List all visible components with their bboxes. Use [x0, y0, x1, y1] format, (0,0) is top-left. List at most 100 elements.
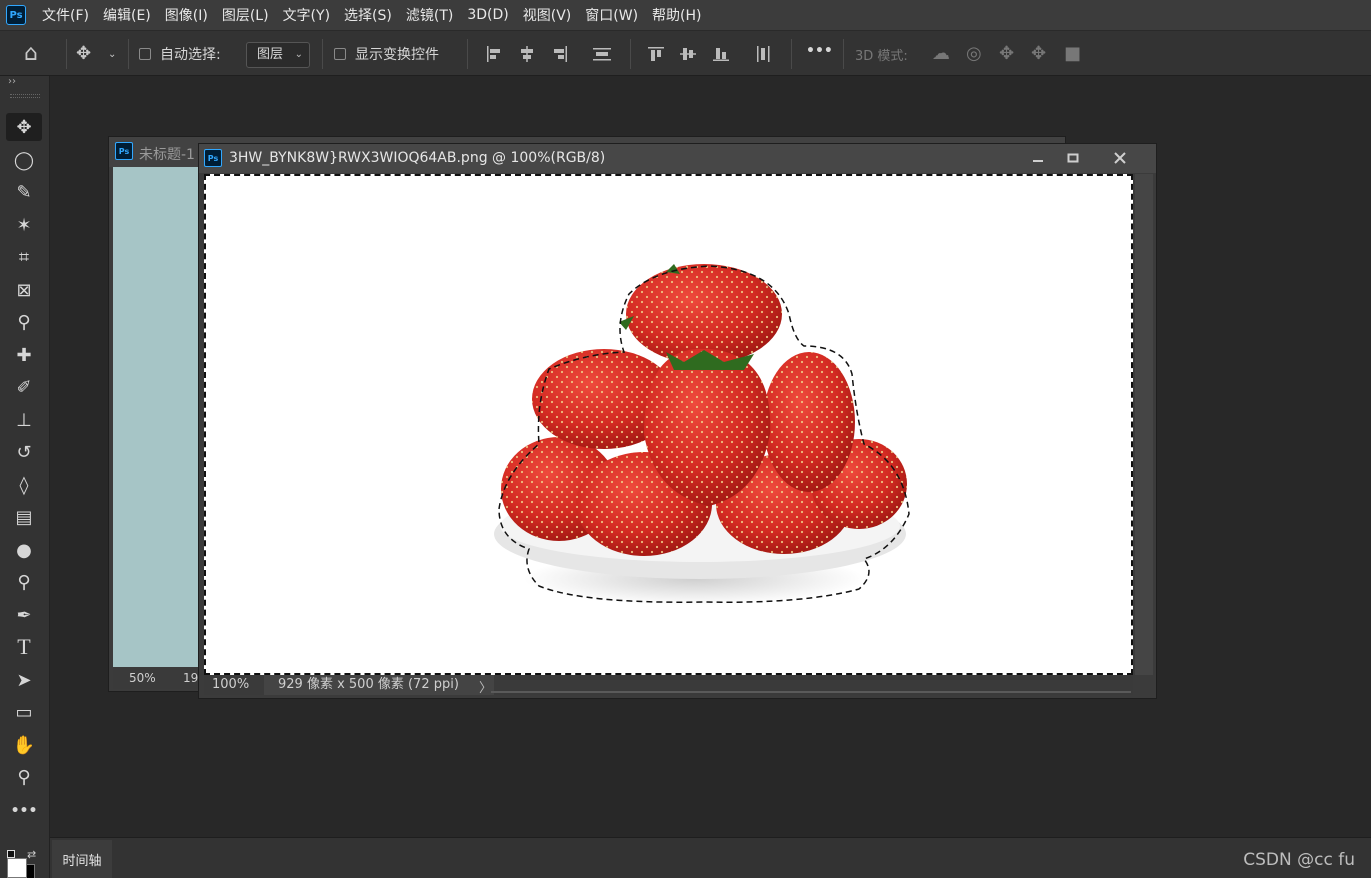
slide-3d-icon[interactable]: ✥ [1031, 43, 1046, 64]
lasso-tool[interactable]: ✎ [6, 178, 42, 206]
eraser-tool[interactable]: ◊ [6, 471, 42, 499]
eyedropper-tool[interactable]: ⚲ [6, 308, 42, 336]
zoom-level[interactable]: 50% [129, 671, 156, 685]
divider [791, 39, 792, 69]
align-bottom-icon[interactable] [712, 45, 730, 63]
scale-3d-icon[interactable]: ■ [1064, 43, 1081, 64]
frame-tool-icon: ⊠ [16, 279, 32, 301]
align-top-icon[interactable] [647, 45, 665, 63]
elliptical-marquee-tool[interactable]: ◯ [6, 146, 42, 174]
move-tool-icon[interactable]: ✥ [76, 43, 91, 64]
watermark: CSDN @cc fu [1243, 850, 1355, 870]
menu-layer[interactable]: 图层(L) [222, 5, 269, 25]
orbit-3d-icon[interactable]: ☁ [932, 43, 950, 64]
document-window-strawberry[interactable]: Ps 3HW_BYNK8W}RWX3WIOQ64AB.png @ 100%(RG… [198, 143, 1157, 699]
status-menu-arrow-icon[interactable]: 〉 [479, 677, 492, 696]
more-tools-icon: ••• [10, 803, 38, 819]
healing-brush-tool[interactable]: ✚ [6, 341, 42, 369]
divider [322, 39, 323, 69]
crop-tool-icon: ⌗ [18, 246, 30, 268]
blur-tool[interactable]: ● [6, 536, 42, 564]
align-middle-vertical-icon[interactable] [679, 45, 697, 63]
show-transform-checkbox[interactable] [334, 48, 346, 60]
vertical-scrollbar[interactable] [1135, 174, 1153, 675]
more-tools[interactable]: ••• [6, 797, 42, 825]
dodge-tool[interactable]: ⚲ [6, 568, 42, 596]
path-selection-tool[interactable]: ➤ [6, 666, 42, 694]
document-title: 未标题-1 [139, 147, 195, 163]
blur-tool-icon: ● [16, 539, 32, 561]
chevron-down-icon[interactable]: ⌄ [108, 49, 116, 60]
healing-brush-tool-icon: ✚ [16, 344, 32, 366]
menu-image[interactable]: 图像(I) [165, 5, 208, 25]
distribute-vertical-icon[interactable] [754, 45, 772, 63]
minimize-button[interactable] [1023, 147, 1053, 169]
horizontal-scrollbar[interactable] [491, 691, 1131, 693]
auto-select-dropdown[interactable]: 图层 ⌄ [246, 42, 310, 68]
menu-view[interactable]: 视图(V) [523, 5, 572, 25]
menu-window[interactable]: 窗口(W) [585, 5, 638, 25]
menu-file[interactable]: 文件(F) [42, 5, 89, 25]
brush-tool[interactable]: ✐ [6, 373, 42, 401]
tab-timeline[interactable]: 时间轴 [52, 840, 112, 878]
document-canvas[interactable] [204, 174, 1133, 675]
maximize-button[interactable] [1058, 147, 1088, 169]
rectangle-tool[interactable]: ▭ [6, 698, 42, 726]
menu-type[interactable]: 文字(Y) [283, 5, 330, 25]
align-right-icon[interactable] [551, 45, 569, 63]
ps-document-icon: Ps [204, 149, 222, 167]
maximize-icon [1067, 153, 1079, 163]
color-swatches[interactable]: ⇄ [5, 848, 45, 878]
path-selection-tool-icon: ➤ [16, 669, 32, 691]
menu-edit[interactable]: 编辑(E) [103, 5, 151, 25]
align-center-horizontal-icon[interactable] [518, 45, 536, 63]
chevron-down-icon: ⌄ [294, 49, 303, 60]
auto-select-checkbox[interactable] [139, 48, 151, 60]
menu-bar: Ps 文件(F) 编辑(E) 图像(I) 图层(L) 文字(Y) 选择(S) 滤… [0, 0, 1371, 30]
gradient-tool-icon: ▤ [15, 506, 33, 528]
divider [843, 39, 844, 69]
brush-tool-icon: ✐ [16, 376, 32, 398]
3d-mode-label: 3D 模式: [855, 49, 908, 64]
type-tool[interactable]: T [6, 633, 42, 661]
distribute-horizontal-icon[interactable] [592, 45, 612, 63]
history-brush-tool-icon: ↺ [16, 441, 32, 463]
menu-filter[interactable]: 滤镜(T) [406, 5, 453, 25]
hand-tool[interactable]: ✋ [6, 731, 42, 759]
menu-select[interactable]: 选择(S) [344, 5, 392, 25]
zoom-level[interactable]: 100% [212, 677, 249, 692]
drag-3d-icon[interactable]: ✥ [999, 43, 1014, 64]
type-tool-icon: T [17, 634, 31, 659]
swap-colors-icon[interactable]: ⇄ [27, 848, 36, 861]
move-tool[interactable]: ✥ [6, 113, 42, 141]
panel-grip[interactable] [10, 94, 40, 98]
collapse-panel-icon[interactable]: ›› [8, 76, 16, 87]
rectangle-tool-icon: ▭ [15, 701, 33, 723]
frame-tool[interactable]: ⊠ [6, 276, 42, 304]
crop-tool[interactable]: ⌗ [6, 243, 42, 271]
history-brush-tool[interactable]: ↺ [6, 438, 42, 466]
ps-logo-icon: Ps [6, 5, 26, 25]
document-info[interactable]: 929 像素 x 500 像素 (72 ppi) [264, 675, 494, 695]
divider [66, 39, 67, 69]
divider [128, 39, 129, 69]
foreground-color-swatch[interactable] [7, 858, 27, 878]
default-colors-icon[interactable] [7, 850, 15, 858]
menu-help[interactable]: 帮助(H) [652, 5, 701, 25]
magic-wand-tool[interactable]: ✶ [6, 211, 42, 239]
roll-3d-icon[interactable]: ◎ [966, 43, 982, 64]
more-options-icon[interactable]: ••• [806, 43, 833, 59]
elliptical-marquee-tool-icon: ◯ [13, 149, 35, 171]
zoom-tool-icon: ⚲ [17, 766, 31, 788]
menu-3d[interactable]: 3D(D) [467, 7, 508, 23]
close-button[interactable] [1105, 147, 1135, 169]
home-icon[interactable]: ⌂ [24, 41, 38, 66]
clone-stamp-tool[interactable]: ⊥ [6, 406, 42, 434]
gradient-tool[interactable]: ▤ [6, 503, 42, 531]
document-title-bar[interactable]: Ps 3HW_BYNK8W}RWX3WIOQ64AB.png @ 100%(RG… [199, 144, 1156, 173]
eraser-tool-icon: ◊ [19, 474, 29, 496]
pen-tool[interactable]: ✒ [6, 601, 42, 629]
zoom-tool[interactable]: ⚲ [6, 763, 42, 791]
align-left-icon[interactable] [485, 45, 503, 63]
pen-tool-icon: ✒ [16, 604, 32, 626]
